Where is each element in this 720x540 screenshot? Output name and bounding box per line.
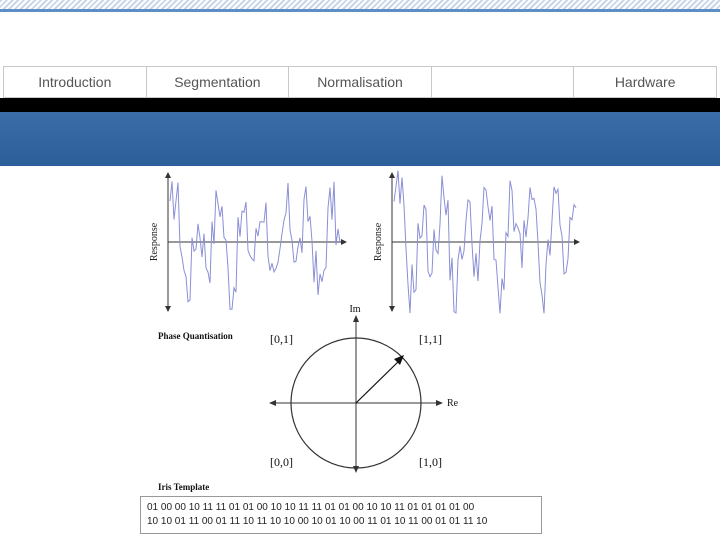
right-plot-y-arrow-icon [389, 172, 395, 178]
top-decorative-stripe [0, 0, 720, 12]
tab-hardware[interactable]: Hardware [574, 67, 716, 97]
left-response-label: Response [149, 222, 160, 261]
imaginary-axis-arrow-down-icon [353, 466, 359, 473]
phasor-line [355, 358, 402, 404]
left-signal-waveform [169, 181, 341, 310]
response-plot-right: Response [373, 170, 580, 314]
imaginary-axis-arrow-icon [353, 315, 359, 322]
tab-normalisation[interactable]: Normalisation [289, 67, 432, 97]
tab-segmentation[interactable]: Segmentation [147, 67, 290, 97]
iris-template-title: Iris Template [158, 482, 209, 492]
tab-active-blank[interactable] [432, 67, 575, 97]
right-plot-x-arrow-icon [574, 239, 580, 245]
left-plot-y-arrow-icon [165, 172, 171, 178]
iris-encoding-figure: Response Response Phase Quantisation Im … [149, 170, 580, 492]
quadrant-label-top-left: [0,1] [270, 332, 293, 346]
right-response-label: Response [373, 222, 384, 261]
quadrant-label-bottom-right: [1,0] [419, 455, 442, 469]
re-axis-label: Re [447, 398, 459, 409]
iris-template-line-1: 01 00 00 10 11 11 01 01 00 10 10 11 11 0… [147, 502, 475, 513]
phasor-arrow-icon [394, 355, 404, 365]
quadrant-label-top-right: [1,1] [419, 332, 442, 346]
phase-quantisation-diagram: Phase Quantisation Im Re [0,1] [1,1] [0,… [158, 304, 459, 473]
nav-bar: Introduction Segmentation Normalisation … [3, 66, 717, 98]
real-axis-arrow-icon [436, 400, 443, 406]
header-black-band [0, 98, 720, 112]
left-plot-y-arrow-down-icon [165, 306, 171, 312]
quadrant-label-bottom-left: [0,0] [270, 455, 293, 469]
response-plot-left: Response [149, 172, 347, 312]
iris-template-line-2: 10 10 01 11 00 01 11 10 11 10 10 00 10 0… [147, 516, 488, 527]
real-axis-arrow-left-icon [269, 400, 276, 406]
tab-introduction[interactable]: Introduction [4, 67, 147, 97]
right-plot-y-arrow-down-icon [389, 306, 395, 312]
header-blue-band [0, 112, 720, 166]
phase-quantisation-title: Phase Quantisation [158, 331, 233, 341]
left-plot-x-arrow-icon [341, 239, 347, 245]
im-axis-label: Im [349, 304, 360, 315]
iris-template-code-box: 01 00 00 10 11 11 01 01 00 10 10 11 11 0… [140, 496, 542, 534]
